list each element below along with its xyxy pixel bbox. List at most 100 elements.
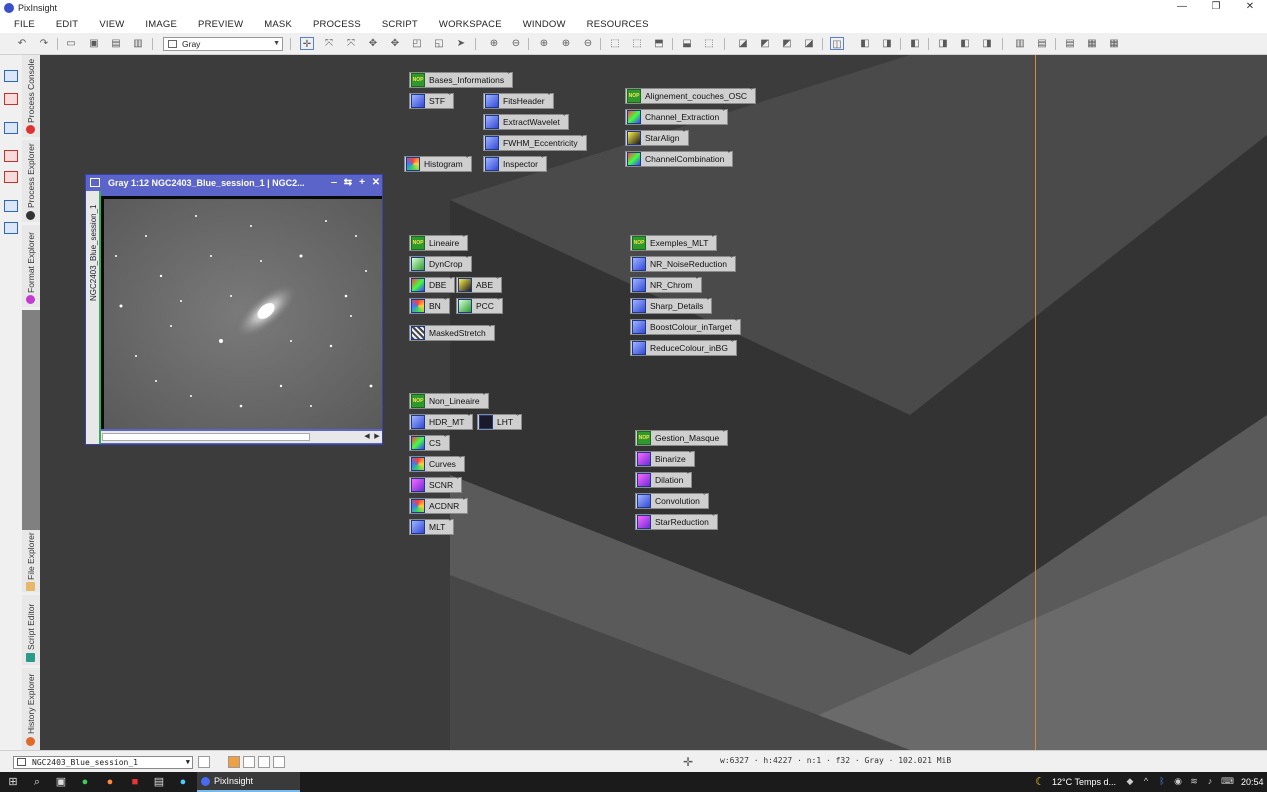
view-mode-select[interactable]: Gray ▼ <box>163 37 283 51</box>
menu-file[interactable]: FILE <box>0 19 35 30</box>
pan-icon[interactable]: ✥ <box>366 37 380 50</box>
process-icon-4[interactable]: ◧ <box>908 37 922 50</box>
stf-reset-icon[interactable]: ⬓ <box>680 37 694 50</box>
fit-window-icon[interactable]: ⤧ <box>344 37 358 50</box>
language-icon[interactable]: ⌨ <box>1221 776 1234 787</box>
process-icon-gestion-masque[interactable]: NOP Gestion_Masque ˚ <box>635 429 729 446</box>
clone-icon[interactable]: ▥ <box>131 37 145 50</box>
process-icon-reducecolour-inbg[interactable]: ReduceColour_inBG ˚ <box>630 339 737 356</box>
process-icon-pcc[interactable]: PCC ˚ <box>456 297 503 314</box>
monitor-icon[interactable] <box>4 70 18 82</box>
process-icon-6[interactable]: ◧ <box>958 37 972 50</box>
bluetooth-icon[interactable]: ᛒ <box>1157 776 1167 787</box>
taskbar-pixinsight[interactable]: PixInsight <box>197 772 300 792</box>
process-icon-maskedstretch[interactable]: MaskedStretch ˚ <box>409 324 495 341</box>
tray-expand-icon[interactable]: ^ <box>1141 776 1151 787</box>
maximize-button[interactable]: ❐ <box>1199 0 1233 15</box>
process-icon-lineaire[interactable]: NOP Lineaire ˚ <box>409 234 469 251</box>
reset-view-icon[interactable]: ▭ <box>64 37 78 50</box>
view-5-icon[interactable] <box>4 222 18 234</box>
image-horizontal-scrollbar[interactable]: ◀ ▶ <box>101 431 382 443</box>
process-icon-fitsheader[interactable]: FitsHeader ˚ <box>483 92 554 109</box>
close-image-button[interactable]: ✕ <box>370 176 382 190</box>
tab-format-explorer[interactable]: Format Explorer <box>22 225 40 307</box>
tab-process-explorer[interactable]: Process Explorer <box>22 140 40 222</box>
process-icon-nr-chrom[interactable]: NR_Chrom ˚ <box>630 276 702 293</box>
image-window[interactable]: Gray 1:12 NGC2403_Blue_session_1 | NGC2.… <box>85 174 383 445</box>
menu-process[interactable]: PROCESS <box>299 19 361 30</box>
process-icon-3[interactable]: ◨ <box>880 37 894 50</box>
process-icon-dbe[interactable]: DBE ˚ <box>409 276 456 293</box>
view-toggle-button[interactable] <box>198 756 210 768</box>
preview-edit-icon[interactable]: ◱ <box>432 37 446 50</box>
mask-new-icon[interactable]: ◪ <box>736 37 750 50</box>
weather-text[interactable]: 12°C Temps d... <box>1052 772 1116 792</box>
menu-window[interactable]: WINDOW <box>509 19 566 30</box>
process-icon-non-lineaire[interactable]: NOP Non_Lineaire ˚ <box>409 392 489 409</box>
search-icon[interactable]: ⌕ <box>30 775 44 789</box>
process-icon-alignement-couches-osc[interactable]: NOP Alignement_couches_OSC ˚ <box>625 87 757 104</box>
process-icon-convolution[interactable]: Convolution ˚ <box>635 492 709 509</box>
process-icon-2[interactable]: ◧ <box>858 37 872 50</box>
minimize-button[interactable]: — <box>1165 0 1199 15</box>
menu-workspace[interactable]: WORKSPACE <box>425 19 502 30</box>
process-icon-channelcombination[interactable]: ChannelCombination ˚ <box>625 150 734 167</box>
view-2-icon[interactable] <box>4 150 18 162</box>
process-icon-5[interactable]: ◨ <box>936 37 950 50</box>
red-app-icon[interactable]: ■ <box>128 775 142 789</box>
menu-preview[interactable]: PREVIEW <box>184 19 243 30</box>
window-menu-icon[interactable] <box>90 178 100 187</box>
explorer-icon[interactable]: ▥ <box>1013 37 1027 50</box>
process-icon-mlt[interactable]: MLT ˚ <box>409 518 455 535</box>
process-icon-histogram[interactable]: Histogram ˚ <box>404 155 472 172</box>
color-swatch-1[interactable] <box>228 756 240 768</box>
process-icon-dilation[interactable]: Dilation ˚ <box>635 471 693 488</box>
stf-link-icon[interactable]: ⬚ <box>702 37 716 50</box>
windows-start-icon[interactable]: ⊞ <box>6 775 20 789</box>
zoom-1-2-icon[interactable]: ⊕ <box>559 37 573 50</box>
mask-show-icon[interactable]: ◩ <box>758 37 772 50</box>
process-icon-abe[interactable]: ABE ˚ <box>456 276 503 293</box>
image-canvas[interactable] <box>101 196 382 429</box>
process-icon-staralign[interactable]: StarAlign ˚ <box>625 129 689 146</box>
volume-icon[interactable]: ♪ <box>1205 776 1215 787</box>
blue-app-icon[interactable]: ● <box>176 775 190 789</box>
color-swatch-3[interactable] <box>258 756 270 768</box>
view-selector[interactable]: NGC2403_Blue_session_1 ▼ <box>13 756 193 769</box>
folder-app-icon[interactable]: ▤ <box>152 775 166 789</box>
mask-invert-icon[interactable]: ◪ <box>802 37 816 50</box>
iconize-button[interactable]: ⇆ <box>342 176 354 190</box>
process-icon-nr-noisereduction[interactable]: NR_NoiseReduction ˚ <box>630 255 737 272</box>
stf-auto-icon[interactable]: ⬒ <box>652 37 666 50</box>
task-view-icon[interactable]: ▣ <box>54 775 68 789</box>
color-swatch-2[interactable] <box>243 756 255 768</box>
process-icon-fwhm-eccentricity[interactable]: FWHM_Eccentricity ˚ <box>483 134 587 151</box>
process-icon-hdr-mt[interactable]: HDR_MT ˚ <box>409 413 474 430</box>
scrollbar-thumb[interactable] <box>102 433 310 441</box>
process-icon-boostcolour-intarget[interactable]: BoostColour_inTarget ˚ <box>630 318 741 335</box>
undo-icon[interactable]: ↶ <box>15 37 29 50</box>
mask-enable-icon[interactable]: ◩ <box>780 37 794 50</box>
process-icon-inspector[interactable]: Inspector ˚ <box>483 155 547 172</box>
clock[interactable]: 20:54 <box>1241 772 1264 792</box>
menu-script[interactable]: SCRIPT <box>368 19 418 30</box>
tab-history-explorer[interactable]: History Explorer <box>22 668 40 750</box>
tab-script-editor[interactable]: Script Editor <box>22 595 40 665</box>
process-icon-bn[interactable]: BN ˚ <box>409 297 450 314</box>
process-icon-bases-informations[interactable]: NOP Bases_Informations ˚ <box>409 71 514 88</box>
green-app-icon[interactable]: ● <box>78 775 92 789</box>
process-icon-channel-extraction[interactable]: Channel_Extraction ˚ <box>625 108 729 125</box>
view-icon[interactable] <box>4 122 18 134</box>
maximize-image-button[interactable]: + <box>356 176 368 190</box>
tab-file-explorer[interactable]: File Explorer <box>22 530 40 592</box>
zoom-1-1-icon[interactable]: ⊕ <box>537 37 551 50</box>
menu-resources[interactable]: RESOURCES <box>573 19 649 30</box>
redo-icon[interactable]: ↷ <box>37 37 51 50</box>
zoom-fit-icon[interactable]: ⤧ <box>322 37 336 50</box>
network-icon[interactable]: ≋ <box>1189 776 1199 787</box>
scroll-left-icon[interactable]: ◀ <box>363 431 371 443</box>
view-4-icon[interactable] <box>4 200 18 212</box>
image-side-tab[interactable]: NGC2403_Blue_session_1 <box>86 191 101 444</box>
firefox-icon[interactable]: ● <box>103 775 117 789</box>
view-3-icon[interactable] <box>4 171 18 183</box>
